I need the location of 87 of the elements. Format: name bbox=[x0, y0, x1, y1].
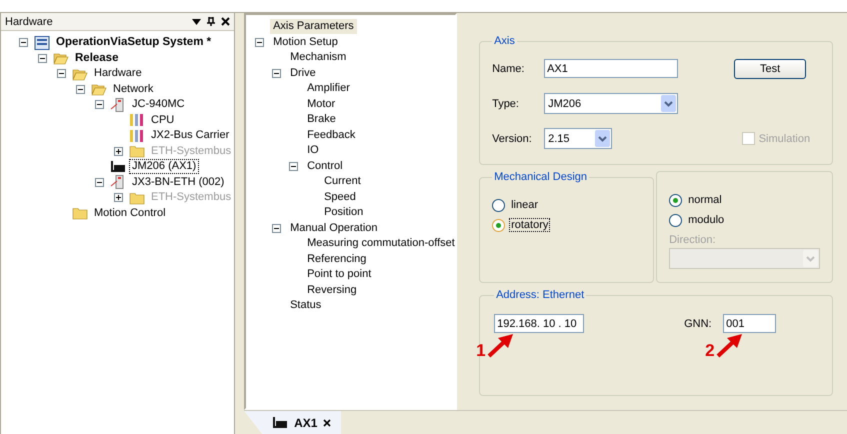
tree-item[interactable]: Mechanism bbox=[287, 50, 350, 66]
callout-number: 2 bbox=[705, 342, 715, 359]
tree-item[interactable]: Drive bbox=[287, 66, 319, 81]
open-folder-icon bbox=[91, 82, 107, 96]
tree-item[interactable]: CPU bbox=[148, 112, 178, 128]
motor-icon bbox=[272, 416, 288, 428]
chevron-down-icon bbox=[595, 130, 610, 147]
field-label: Type: bbox=[492, 98, 520, 110]
dropdown-icon[interactable] bbox=[192, 18, 202, 24]
tree-item[interactable]: Point to point bbox=[304, 267, 374, 282]
minus-icon[interactable] bbox=[272, 224, 282, 233]
document-tab[interactable]: AX1 bbox=[244, 411, 342, 434]
group-title: Mechanical Design bbox=[493, 171, 588, 183]
field-label: Version: bbox=[492, 132, 533, 144]
tree-item[interactable]: Motion Setup bbox=[270, 34, 341, 50]
tree-item[interactable]: Release bbox=[72, 50, 122, 66]
chevron-down-icon bbox=[803, 250, 818, 267]
tree-item[interactable]: Status bbox=[287, 298, 324, 314]
tree-item[interactable]: Referencing bbox=[304, 252, 370, 267]
minus-icon[interactable] bbox=[95, 100, 104, 110]
radio-label: linear bbox=[510, 198, 539, 212]
tree-item[interactable]: Network bbox=[110, 82, 156, 97]
tree-item[interactable]: Hardware bbox=[91, 66, 145, 82]
tree-item[interactable]: Amplifier bbox=[304, 81, 353, 96]
name-field[interactable]: AX1 bbox=[544, 59, 678, 78]
radio-button[interactable] bbox=[669, 214, 682, 226]
minus-icon[interactable] bbox=[289, 162, 298, 171]
open-folder-icon bbox=[72, 66, 88, 81]
radio-label: modulo bbox=[687, 213, 726, 227]
field-label: GNN: bbox=[684, 316, 713, 332]
tree-item[interactable]: Current bbox=[321, 174, 364, 190]
tree-item[interactable]: Speed bbox=[321, 190, 359, 205]
minus-icon[interactable] bbox=[95, 178, 104, 187]
field-label: Direction: bbox=[669, 234, 717, 246]
module-icon bbox=[129, 113, 145, 128]
close-icon[interactable] bbox=[323, 418, 332, 426]
tree-item[interactable]: Reversing bbox=[304, 282, 360, 298]
radio-label: normal bbox=[687, 193, 723, 207]
device-icon bbox=[110, 98, 126, 112]
tree-item[interactable]: Manual Operation bbox=[287, 220, 381, 236]
chevron-down-icon bbox=[661, 95, 676, 112]
folder-icon bbox=[129, 144, 145, 158]
minus-icon[interactable] bbox=[19, 38, 28, 48]
ip-address-field[interactable]: 192.168. 10 . 10 bbox=[494, 314, 584, 333]
server-icon bbox=[34, 36, 50, 50]
radio-button[interactable] bbox=[492, 198, 506, 212]
tree-item[interactable]: Position bbox=[321, 205, 366, 220]
tree-item[interactable]: Axis Parameters bbox=[270, 19, 357, 34]
pin-icon[interactable] bbox=[207, 17, 216, 26]
motor-icon bbox=[110, 160, 126, 174]
pointer-arrow bbox=[486, 333, 514, 359]
tree-item[interactable]: Measuring commutation-offset bbox=[304, 236, 458, 252]
module-icon bbox=[129, 128, 145, 143]
folder-icon bbox=[129, 190, 145, 205]
minus-icon[interactable] bbox=[38, 54, 47, 63]
minus-icon[interactable] bbox=[76, 84, 85, 94]
device-icon bbox=[110, 175, 126, 190]
tree-item[interactable]: OperationViaSetup System * bbox=[53, 35, 214, 50]
tree-item[interactable]: IO bbox=[304, 143, 322, 158]
type-select[interactable]: JM206 bbox=[544, 93, 678, 114]
radio-button[interactable] bbox=[669, 194, 682, 206]
pointer-arrow bbox=[714, 333, 743, 359]
tree-item[interactable]: Brake bbox=[304, 112, 339, 128]
field-label: Name: bbox=[492, 62, 526, 74]
tree-item[interactable]: JM206 (AX1) bbox=[129, 159, 200, 174]
minus-icon[interactable] bbox=[255, 38, 264, 47]
version-select[interactable]: 2.15 bbox=[544, 128, 612, 149]
tree-item[interactable]: Control bbox=[304, 158, 346, 174]
minus-icon[interactable] bbox=[57, 69, 66, 78]
callout-number: 1 bbox=[476, 342, 486, 359]
tree-item[interactable]: Feedback bbox=[304, 128, 358, 143]
tree-item[interactable]: Motor bbox=[304, 96, 338, 112]
open-folder-icon bbox=[53, 51, 69, 66]
close-icon[interactable] bbox=[221, 17, 230, 26]
tree-item[interactable]: JC-940MC bbox=[129, 97, 188, 112]
group-title: Address: Ethernet bbox=[495, 289, 586, 301]
radio-label: rotatory bbox=[509, 218, 550, 232]
tree-item[interactable]: Motion Control bbox=[91, 206, 169, 221]
radio-button[interactable] bbox=[492, 218, 506, 232]
test-button[interactable]: Test bbox=[734, 58, 806, 78]
tree-item[interactable]: JX3-BN-ETH (002) bbox=[129, 174, 228, 190]
folder-icon bbox=[72, 206, 88, 220]
group-title: Axis bbox=[493, 35, 516, 47]
minus-icon[interactable] bbox=[272, 68, 282, 78]
tree-item[interactable]: JX2-Bus Carrier bbox=[148, 128, 232, 144]
gnn-field[interactable]: 001 bbox=[723, 314, 776, 333]
panel-title: Hardware bbox=[5, 16, 54, 28]
